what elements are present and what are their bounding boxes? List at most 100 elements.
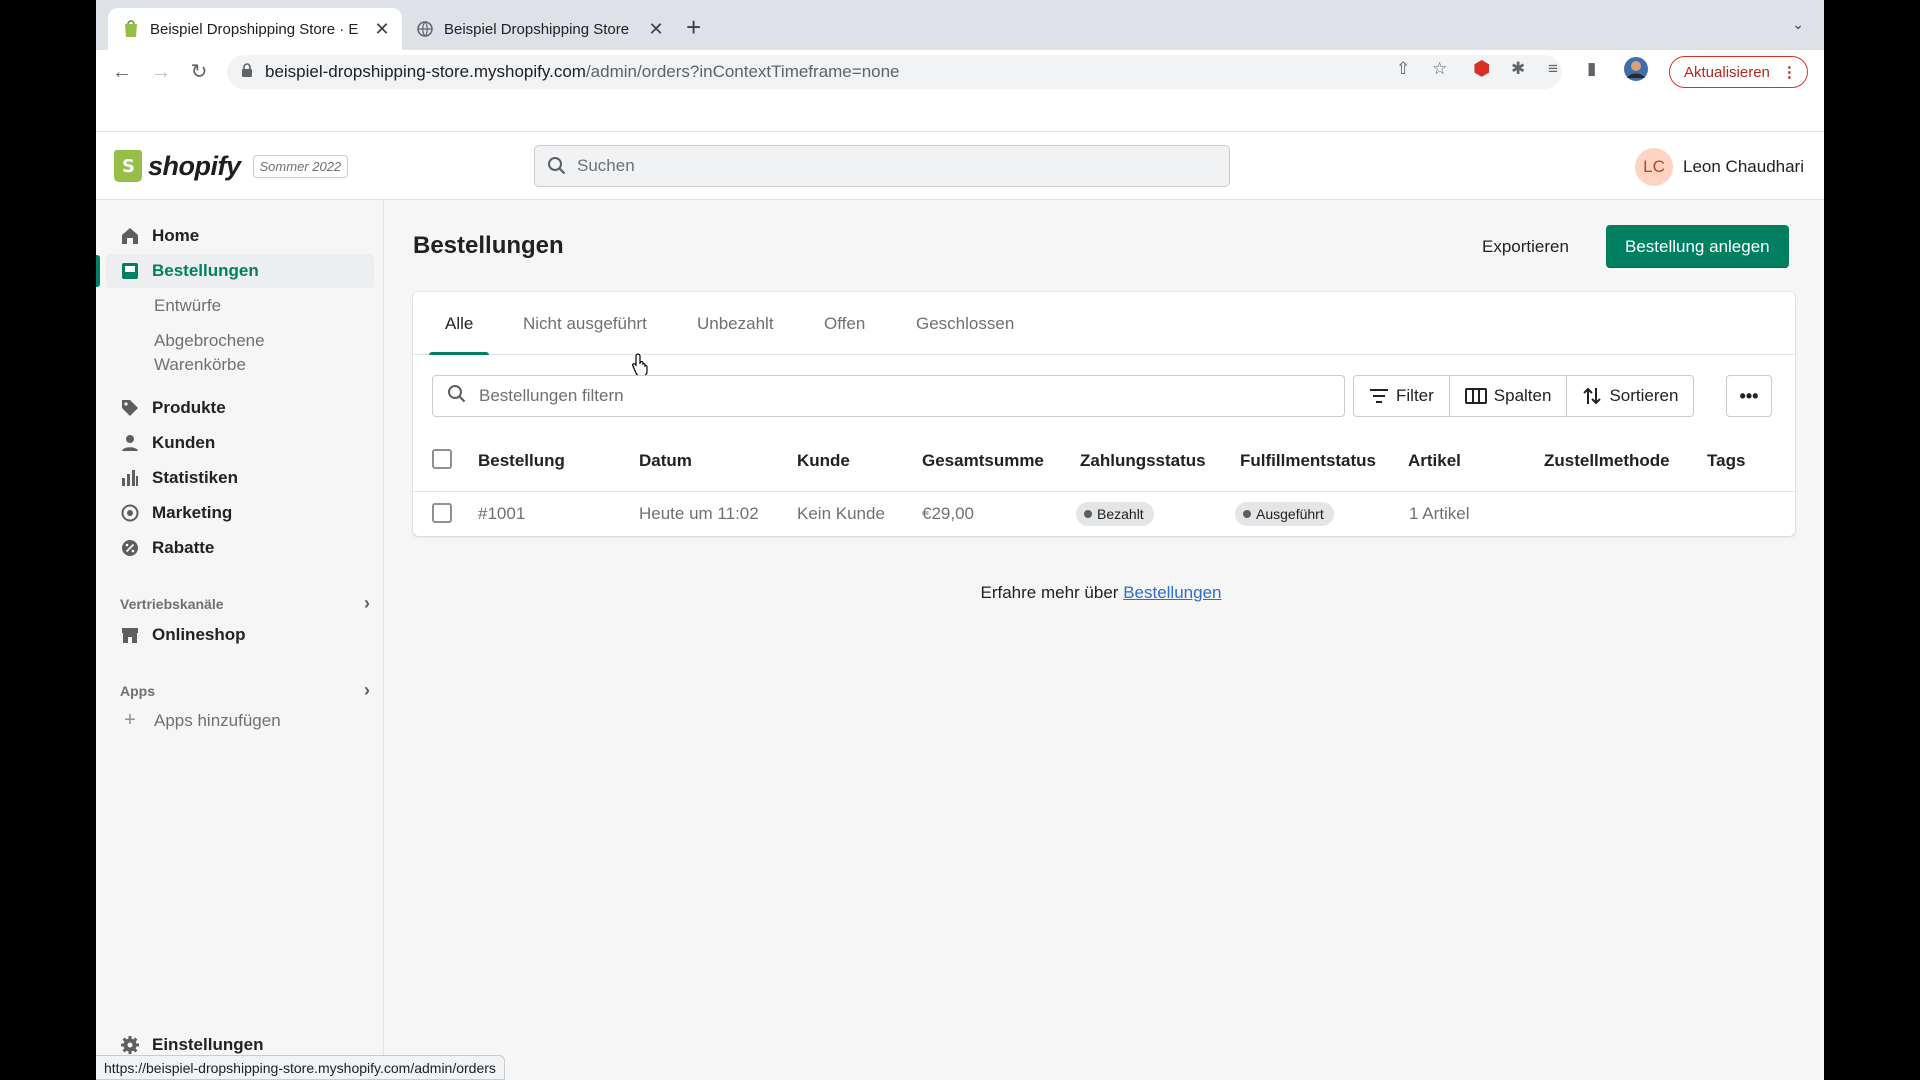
sort-button[interactable]: Sortieren (1567, 376, 1693, 416)
person-icon (120, 433, 140, 453)
sidebar-item-orders[interactable]: Bestellungen (106, 254, 374, 288)
share-icon[interactable]: ⇧ (1396, 59, 1410, 79)
more-actions-button[interactable]: ••• (1726, 375, 1772, 417)
tag-icon (120, 398, 140, 418)
sidebar-item-label: Produkte (152, 398, 226, 417)
apps-header[interactable]: Apps › (120, 680, 370, 701)
order-total: €29,00 (922, 504, 974, 523)
sidebar-item-online-store[interactable]: Onlineshop (106, 618, 374, 652)
admin-topbar: shopify Sommer 2022 Suchen LC Leon Chaud… (96, 132, 1824, 200)
sidebar: Home Bestellungen Entwürfe Abgebrochene … (96, 200, 384, 1080)
close-tab-icon[interactable]: ✕ (372, 19, 392, 40)
discount-icon (120, 538, 140, 558)
column-header[interactable]: Zustellmethode (1544, 451, 1670, 471)
tab-closed[interactable]: Geschlossen (916, 292, 1014, 355)
bar-chart-icon (120, 468, 140, 488)
new-tab-icon[interactable]: + (686, 14, 701, 40)
bookmark-star-icon[interactable]: ☆ (1432, 59, 1447, 79)
shopify-logo[interactable]: shopify Sommer 2022 (114, 150, 349, 182)
row-checkbox[interactable] (432, 503, 452, 523)
hand-cursor-icon (632, 353, 650, 380)
order-customer: Kein Kunde (797, 504, 885, 523)
fulfillment-status-badge: Ausgeführt (1235, 502, 1334, 526)
media-queue-icon[interactable]: ≡ (1548, 59, 1558, 79)
column-header[interactable]: Bestellung (478, 451, 565, 471)
sidebar-item-home[interactable]: Home (106, 219, 374, 253)
column-header[interactable]: Kunde (797, 451, 850, 471)
filter-label: Filter (1396, 386, 1434, 405)
column-header[interactable]: Zahlungsstatus (1080, 451, 1206, 471)
side-panel-icon[interactable]: ▮ (1587, 59, 1596, 79)
lock-icon (241, 62, 253, 82)
browser-tab-active[interactable]: Beispiel Dropshipping Store · E ✕ (108, 8, 402, 50)
update-button[interactable]: Aktualisieren ⋮ (1669, 56, 1808, 88)
sort-label: Sortieren (1609, 386, 1679, 405)
orders-card: Alle Nicht ausgeführt Unbezahlt Offen Ge… (413, 292, 1795, 536)
tab-unpaid[interactable]: Unbezahlt (697, 292, 774, 355)
plus-icon: + (124, 709, 136, 731)
url-host: beispiel-dropshipping-store.myshopify.co… (265, 62, 586, 81)
status-dot-icon (1084, 510, 1092, 518)
order-date: Heute um 11:02 (639, 504, 759, 523)
column-header[interactable]: Artikel (1408, 451, 1461, 471)
browser-tab[interactable]: Beispiel Dropshipping Store ✕ (402, 8, 676, 50)
extensions-icon[interactable]: ✱ (1511, 59, 1525, 79)
learn-more-link[interactable]: Bestellungen (1123, 583, 1221, 602)
sidebar-item-label: Bestellungen (152, 261, 259, 280)
select-all-checkbox[interactable] (432, 449, 452, 469)
sidebar-item-marketing[interactable]: Marketing (106, 496, 374, 530)
reload-icon[interactable]: ↻ (187, 60, 211, 84)
edition-badge: Sommer 2022 (252, 154, 349, 178)
close-tab-icon[interactable]: ✕ (646, 19, 666, 40)
tab-all[interactable]: Alle (428, 292, 490, 355)
sidebar-item-analytics[interactable]: Statistiken (106, 461, 374, 495)
user-name: Leon Chaudhari (1683, 157, 1804, 176)
sidebar-subitem-drafts[interactable]: Entwürfe (154, 294, 221, 318)
sidebar-item-customers[interactable]: Kunden (106, 426, 374, 460)
search-input[interactable]: Suchen (534, 145, 1230, 187)
search-icon (547, 156, 567, 176)
column-header[interactable]: Datum (639, 451, 692, 471)
tab-title: Beispiel Dropshipping Store · E (150, 20, 359, 38)
search-placeholder: Suchen (577, 156, 635, 175)
order-number-link[interactable]: #1001 (478, 504, 525, 524)
sidebar-item-products[interactable]: Produkte (106, 391, 374, 425)
filter-orders-input[interactable]: Bestellungen filtern (432, 375, 1345, 417)
tab-unfulfilled[interactable]: Nicht ausgeführt (523, 292, 647, 355)
adblock-extension-icon[interactable]: ⬢ (1473, 56, 1490, 81)
browser-toolbar: ← → ↻ beispiel-dropshipping-store.myshop… (96, 50, 1824, 94)
tab-open[interactable]: Offen (824, 292, 865, 355)
settings-label: Einstellungen (152, 1035, 264, 1054)
export-button[interactable]: Exportieren (1466, 226, 1585, 268)
filter-button[interactable]: Filter (1354, 376, 1450, 416)
create-order-button[interactable]: Bestellung anlegen (1606, 225, 1789, 268)
sidebar-item-discounts[interactable]: Rabatte (106, 531, 374, 565)
user-menu[interactable]: LC Leon Chaudhari (1635, 148, 1804, 186)
shopify-favicon-icon (122, 20, 140, 38)
add-apps-link[interactable]: + Apps hinzufügen (120, 709, 281, 732)
column-header[interactable]: Gesamtsumme (922, 451, 1044, 471)
columns-button[interactable]: Spalten (1450, 376, 1568, 416)
fulfillment-status: Ausgeführt (1256, 506, 1324, 522)
order-tabs: Alle Nicht ausgeführt Unbezahlt Offen Ge… (413, 292, 1795, 355)
sidebar-item-label: Rabatte (152, 538, 215, 557)
app-window: Beispiel Dropshipping Store · E ✕ Beispi… (96, 0, 1824, 1080)
column-header[interactable]: Tags (1707, 451, 1745, 471)
columns-icon (1464, 388, 1487, 404)
back-icon[interactable]: ← (110, 60, 134, 84)
sidebar-item-label: Onlineshop (152, 625, 246, 644)
forward-icon[interactable]: → (149, 60, 173, 84)
order-items[interactable]: 1 Artikel (1409, 504, 1469, 524)
avatar: LC (1635, 148, 1674, 186)
bookmark-bar-area (96, 94, 1824, 132)
tab-search-chevron-icon[interactable]: ⌄ (1792, 16, 1804, 33)
target-icon (120, 503, 140, 523)
column-header[interactable]: Fulfillmentstatus (1240, 451, 1376, 471)
update-label: Aktualisieren (1684, 63, 1770, 81)
store-icon (120, 625, 140, 645)
sidebar-item-label: Marketing (152, 503, 233, 522)
payment-status-badge: Bezahlt (1076, 502, 1154, 526)
profile-avatar-icon[interactable] (1623, 56, 1649, 87)
address-bar[interactable]: beispiel-dropshipping-store.myshopify.co… (227, 55, 1562, 89)
sidebar-subitem-abandoned-checkouts[interactable]: Abgebrochene Warenkörbe (154, 329, 294, 377)
